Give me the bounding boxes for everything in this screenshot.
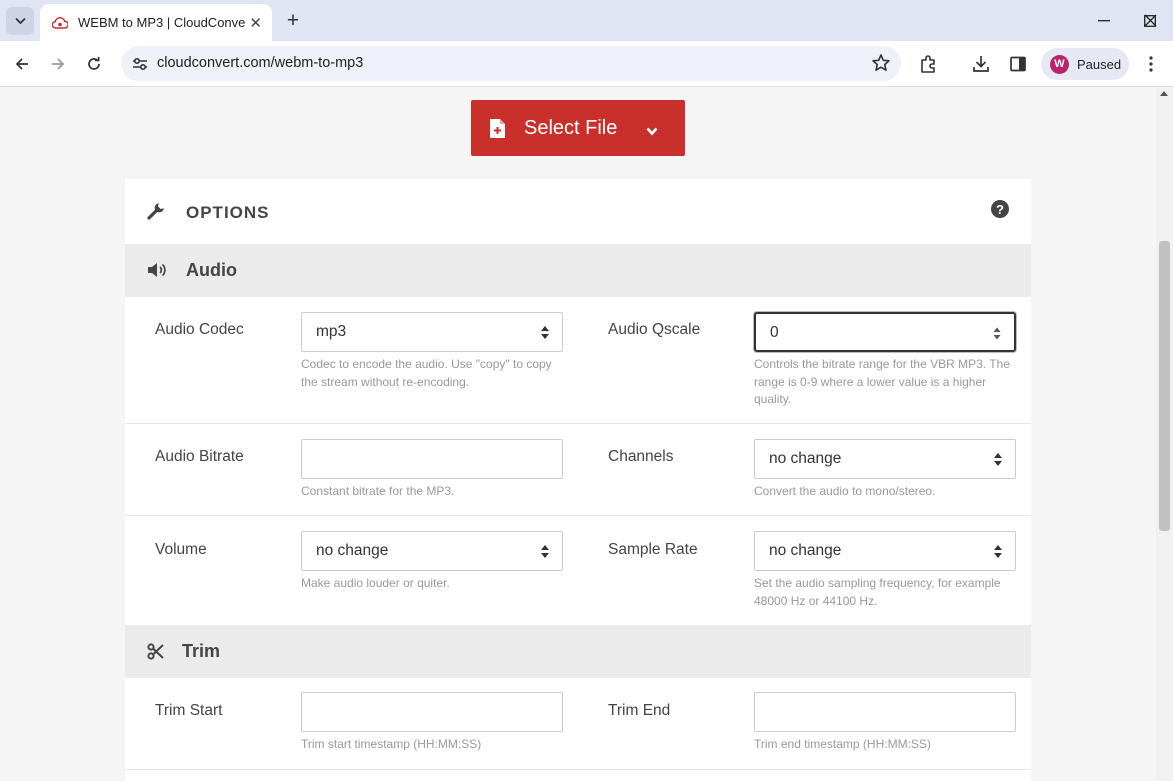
audio-bitrate-label: Audio Bitrate bbox=[155, 448, 244, 465]
trim-section-title: Trim bbox=[182, 641, 221, 661]
channels-select[interactable]: no change bbox=[754, 439, 1016, 479]
bookmark-star-icon[interactable] bbox=[871, 53, 891, 73]
avatar: W bbox=[1050, 54, 1069, 74]
row-divider bbox=[125, 769, 1031, 770]
browser-tab[interactable]: WEBM to MP3 | CloudConvert ✕ bbox=[40, 4, 272, 41]
profile-status: Paused bbox=[1077, 56, 1122, 72]
trim-end-input[interactable] bbox=[754, 692, 1016, 732]
select-arrows-icon bbox=[541, 326, 549, 339]
volume-help: Make audio louder or quiter. bbox=[301, 576, 450, 590]
wrench-icon bbox=[147, 202, 165, 225]
trim-start-label: Trim Start bbox=[155, 702, 223, 719]
audio-codec-help: Codec to encode the audio. Use "copy" to… bbox=[301, 357, 552, 389]
scroll-up-icon[interactable] bbox=[1160, 91, 1168, 96]
sample-rate-label: Sample Rate bbox=[608, 541, 698, 558]
trim-section-header: Trim bbox=[125, 625, 1031, 678]
close-tab-icon[interactable]: ✕ bbox=[249, 14, 262, 32]
new-tab-button[interactable]: + bbox=[282, 8, 304, 34]
trim-end-help: Trim end timestamp (HH:MM:SS) bbox=[754, 737, 931, 751]
select-arrows-icon bbox=[994, 545, 1002, 558]
download-icon[interactable] bbox=[970, 53, 992, 75]
audio-qscale-help: Controls the bitrate range for the VBR M… bbox=[754, 357, 1010, 406]
sample-rate-select[interactable]: no change bbox=[754, 531, 1016, 571]
audio-bitrate-input[interactable] bbox=[301, 439, 563, 479]
audio-qscale-value: 0 bbox=[770, 324, 779, 341]
audio-qscale-input[interactable]: 0 bbox=[754, 312, 1016, 352]
volume-label: Volume bbox=[155, 541, 207, 558]
reload-icon[interactable] bbox=[80, 50, 108, 78]
trim-start-input[interactable] bbox=[301, 692, 563, 732]
channels-value: no change bbox=[769, 450, 842, 467]
tab-search-icon[interactable] bbox=[6, 7, 34, 35]
audio-qscale-label: Audio Qscale bbox=[608, 321, 701, 338]
row-divider bbox=[125, 515, 1031, 516]
site-settings-icon[interactable] bbox=[131, 55, 149, 73]
volume-select[interactable]: no change bbox=[301, 531, 563, 571]
select-file-label: Select File bbox=[524, 117, 618, 139]
select-file-button[interactable]: Select File bbox=[471, 100, 685, 156]
trim-start-help: Trim start timestamp (HH:MM:SS) bbox=[301, 737, 482, 751]
channels-label: Channels bbox=[608, 448, 674, 465]
address-bar[interactable]: cloudconvert.com/webm-to-mp3 bbox=[121, 46, 901, 81]
channels-help: Convert the audio to mono/stereo. bbox=[754, 484, 936, 498]
trim-end-label: Trim End bbox=[608, 702, 671, 719]
browser-toolbar: cloudconvert.com/webm-to-mp3 W Paused bbox=[0, 41, 1173, 87]
row-divider bbox=[125, 423, 1031, 424]
profile-button[interactable]: W Paused bbox=[1041, 48, 1129, 80]
scrollbar[interactable] bbox=[1156, 88, 1173, 781]
scrollbar-thumb[interactable] bbox=[1159, 241, 1170, 531]
volume-value: no change bbox=[316, 542, 389, 559]
options-card: OPTIONS ? Audio Audio Codec mp3 Codec to… bbox=[125, 179, 1031, 781]
back-icon[interactable] bbox=[8, 50, 36, 78]
audio-bitrate-help: Constant bitrate for the MP3. bbox=[301, 484, 455, 498]
forward-icon[interactable] bbox=[44, 50, 72, 78]
audio-codec-select[interactable]: mp3 bbox=[301, 312, 563, 352]
help-icon[interactable]: ? bbox=[991, 200, 1009, 218]
tab-title: WEBM to MP3 | CloudConvert bbox=[78, 15, 246, 30]
audio-codec-label: Audio Codec bbox=[155, 321, 244, 338]
scissors-icon bbox=[147, 643, 164, 665]
side-panel-icon[interactable] bbox=[1007, 53, 1029, 75]
page-viewport: Select File OPTIONS ? Audio Audio Codec … bbox=[0, 88, 1156, 781]
select-arrows-icon bbox=[541, 545, 549, 558]
sample-rate-value: no change bbox=[769, 542, 842, 559]
url-text[interactable]: cloudconvert.com/webm-to-mp3 bbox=[157, 55, 363, 71]
file-plus-icon bbox=[490, 119, 505, 143]
number-spinner-icon[interactable] bbox=[993, 327, 1001, 340]
sample-rate-help: Set the audio sampling frequency, for ex… bbox=[754, 576, 1001, 608]
select-arrows-icon bbox=[994, 453, 1002, 466]
options-header: OPTIONS ? bbox=[125, 179, 1031, 244]
maximize-icon[interactable] bbox=[1081, 0, 1156, 41]
extensions-icon[interactable] bbox=[917, 53, 939, 75]
chevron-down-icon[interactable] bbox=[646, 123, 658, 141]
tab-strip: WEBM to MP3 | CloudConvert ✕ + bbox=[0, 0, 1173, 41]
audio-section-header: Audio bbox=[125, 244, 1031, 297]
more-menu-icon[interactable] bbox=[1141, 53, 1161, 75]
audio-section-title: Audio bbox=[186, 260, 237, 280]
audio-codec-value: mp3 bbox=[316, 323, 347, 340]
cloudconvert-favicon bbox=[52, 15, 68, 31]
volume-icon bbox=[147, 262, 167, 283]
options-title: OPTIONS bbox=[186, 203, 270, 222]
